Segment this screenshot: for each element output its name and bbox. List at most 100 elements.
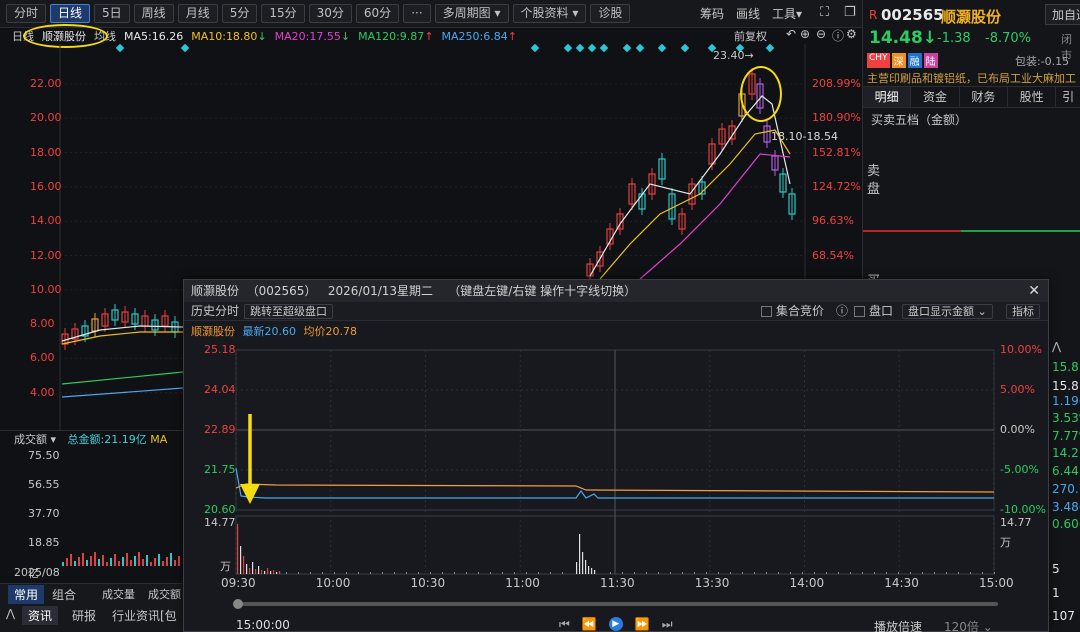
intraday-volume-bar [267,568,269,574]
undo-icon[interactable]: ↶ [786,27,796,41]
intraday-x-label: 15:00 [979,576,1014,590]
multi-period-button[interactable]: 多周期图 ▾ [434,4,509,23]
intraday-volume-bar [838,572,839,574]
tab-news[interactable]: 资讯 [22,606,59,625]
step-back-icon[interactable]: ⏪ [582,617,597,632]
intraday-volume-bar [418,572,419,574]
stock-info-button[interactable]: 个股资料 ▾ [512,4,587,23]
tab-research[interactable]: 研报 [72,607,96,624]
tab-detail[interactable]: 明细 [863,87,912,107]
intraday-volume-bar [591,568,593,574]
tab-finance[interactable]: 财务 [960,87,1008,107]
intraday-x-label: 14:30 [884,576,919,590]
tab-amount[interactable]: 成交额 [148,586,181,602]
auction-toggle[interactable]: 集合竞价 [761,302,824,321]
skip-forward-icon[interactable]: ⏭ [662,617,673,632]
y-axis-label: 12.00 [30,248,62,262]
tab-intraday[interactable]: 分时 [6,4,47,23]
tab-industry-news[interactable]: 行业资讯[包 [112,607,177,624]
volume-bar [78,557,80,566]
show-amount-select[interactable]: 盘口显示金额 ⌄ [902,304,993,319]
intraday-x-label: 09:30 [221,576,256,590]
tab-5min[interactable]: 5分 [221,4,258,23]
intraday-volume-bar [790,572,791,574]
intraday-volume-bar [258,566,260,574]
tab-stock-nature[interactable]: 股性 [1008,87,1057,107]
adjust-label[interactable]: 前复权 [734,28,767,44]
zoom-in-icon[interactable]: ⊕ [800,27,810,41]
collapse-icon[interactable]: ⋀ [6,607,15,620]
ma10-line [61,331,183,345]
jump-super-pankou-button[interactable]: 跳转至超级盘口 [244,304,333,319]
skip-back-icon[interactable]: ⏮ [559,617,570,632]
pankou-toggle[interactable]: 盘口 [854,302,893,321]
tab-more[interactable]: 引 [1056,87,1080,107]
volume-label[interactable]: 成交额 [14,433,47,446]
y-axis-label: 10.00 [30,282,62,296]
intraday-volume-bar [754,572,755,574]
pct-axis-label: 208.99% [812,77,861,90]
orderbook-title: 买卖五档（金额） [871,113,968,127]
intraday-volume-bar [958,572,959,574]
diagnose-button[interactable]: 诊股 [590,4,631,23]
help-icon[interactable]: ⓘ [836,302,848,321]
volume-bar [118,561,120,566]
tab-15min[interactable]: 15分 [261,4,305,23]
playback-slider[interactable] [236,602,998,606]
draw-button[interactable]: 画线 [736,5,760,22]
zoom-out-icon[interactable]: ⊖ [816,27,826,41]
more-periods-button[interactable]: ··· [403,4,431,23]
intraday-volume-bar [550,572,551,574]
price-range-tag: 18.10-18.54 [771,130,838,143]
signal-marker [587,44,597,53]
speed-select[interactable]: 120倍 ⌄ [944,618,993,632]
close-icon[interactable]: ✕ [1028,280,1040,302]
tab-monthly[interactable]: 月线 [177,4,218,23]
intraday-volume-bar [802,572,803,574]
intraday-volume-bar [394,572,395,574]
play-icon[interactable]: ▶ [608,617,623,631]
intraday-volume-bar [430,572,431,574]
annotation-arrow-icon [240,414,260,504]
volume-header: 成交额 ▾ 总金额:21.19亿 MA [0,430,183,448]
pankou-checkbox[interactable] [854,306,865,317]
pct-axis-label: 96.63% [812,214,854,228]
signal-marker [657,44,667,53]
y-axis-label: 22.00 [30,77,62,90]
intraday-pct-label: 10.00% [1000,343,1042,356]
tab-fund[interactable]: 资金 [911,87,960,107]
volume-bar [86,560,88,566]
settings-gear-icon[interactable]: ⚙ [846,27,857,41]
playback-handle[interactable] [233,599,243,609]
restore-icon[interactable]: ❐ [844,5,856,20]
y-axis-label: 18.00 [30,145,62,159]
tab-volume[interactable]: 成交量 [102,586,135,602]
fullscreen-icon[interactable]: ⛶ [820,5,829,20]
side-stat-value: 1 [1052,586,1060,600]
tools-button[interactable]: 工具▾ [772,5,802,22]
add-watchlist-button[interactable]: 加自选 [1045,4,1080,25]
intraday-volume-bar [579,534,581,574]
tab-combo[interactable]: 组合 [52,586,76,603]
speed-label: 播放倍速 [874,620,923,632]
step-forward-icon[interactable]: ⏩ [635,617,650,632]
tab-30min[interactable]: 30分 [308,4,352,23]
tab-common[interactable]: 常用 [8,585,45,604]
auction-checkbox[interactable] [761,306,772,317]
info-icon[interactable]: ⓘ [832,27,844,44]
chips-button[interactable]: 筹码 [700,5,724,22]
intraday-volume-bar [276,572,278,574]
tab-weekly[interactable]: 周线 [133,4,174,23]
intraday-volume-bar [514,572,515,574]
expand-icon[interactable]: ⋀ [1052,340,1061,353]
volume-bar [62,562,64,566]
tab-5day[interactable]: 5日 [94,4,130,23]
intraday-volume-bar [658,572,659,574]
indicator-button[interactable]: 指标 [1006,304,1040,319]
tab-60min[interactable]: 60分 [355,4,400,23]
intraday-volume-bar [694,572,695,574]
volume-bar [90,556,92,566]
sector-change: 包装:-0.15 [1015,55,1070,68]
ma20-value: MA20:17.55↓ [274,29,351,43]
tab-daily[interactable]: 日线 [50,4,91,23]
